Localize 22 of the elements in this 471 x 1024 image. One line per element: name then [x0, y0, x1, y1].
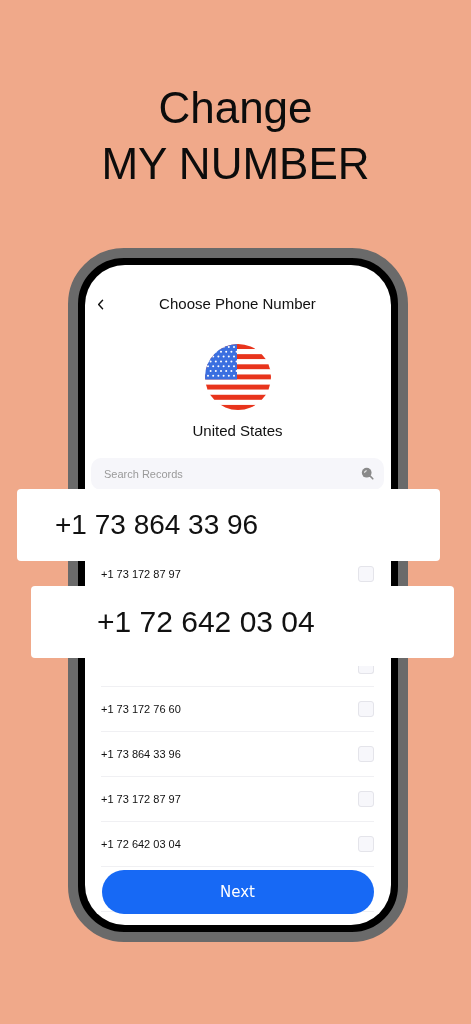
checkbox[interactable] [358, 566, 374, 582]
flag-icon [204, 344, 271, 410]
checkbox[interactable] [358, 666, 374, 674]
number-callout: +1 73 864 33 96 [17, 489, 440, 561]
next-button[interactable]: Next [101, 870, 374, 914]
phone-number: +1 73 172 87 97 [101, 568, 181, 580]
search-field[interactable]: Search Records [91, 458, 384, 490]
headline-text: MY NUMBER [101, 138, 370, 190]
headline-text: Change [158, 82, 313, 134]
phone-number: +1 73 864 33 96 [101, 748, 181, 760]
country-name: United States [192, 421, 283, 441]
checkbox[interactable] [358, 836, 374, 852]
back-icon[interactable] [96, 299, 105, 310]
checkbox[interactable] [358, 746, 374, 762]
phone-number: +1 73 172 76 60 [101, 703, 181, 715]
search-icon[interactable] [361, 467, 374, 480]
phone-number: +1 73 172 87 97 [101, 793, 181, 805]
checkbox[interactable] [358, 701, 374, 717]
phone-number: +1 72 642 03 04 [101, 838, 181, 850]
checkbox[interactable] [358, 791, 374, 807]
screen-title: Choose Phone Number [159, 294, 316, 314]
number-callout: +1 72 642 03 04 [31, 586, 454, 658]
